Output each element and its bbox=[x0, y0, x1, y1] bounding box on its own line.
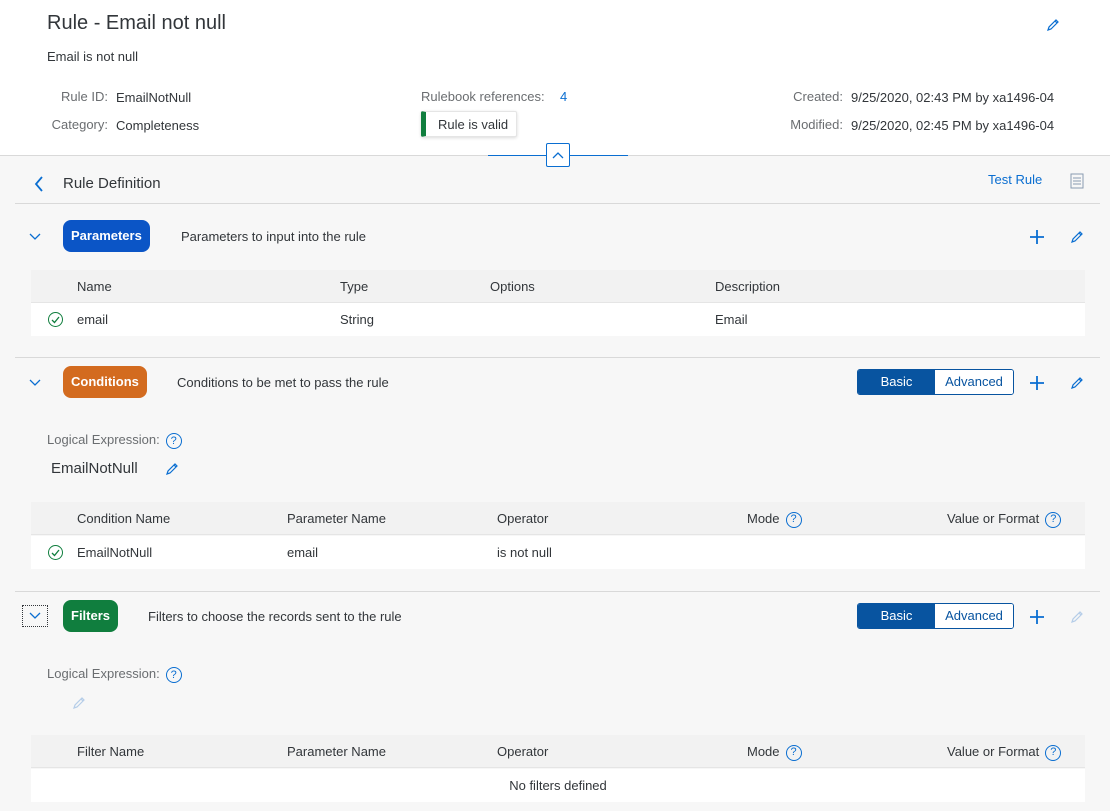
category-label: Category: bbox=[51, 117, 108, 132]
definition-divider bbox=[15, 203, 1100, 204]
column-header: Mode bbox=[747, 511, 780, 526]
filters-badge: Filters bbox=[63, 600, 119, 632]
conditions-table-header: Condition Name Parameter Name Operator M… bbox=[31, 502, 1085, 535]
column-header-mode: Mode? bbox=[747, 502, 802, 535]
modified-value: 9/25/2020, 02:45 PM by xa1496-04 bbox=[851, 118, 1055, 133]
condition-name: EmailNotNull bbox=[77, 545, 153, 560]
parameters-table-header: Name Type Options Description bbox=[31, 270, 1085, 303]
column-header: Filter Name bbox=[77, 744, 145, 759]
valid-check-icon bbox=[48, 545, 63, 560]
valid-status-badge: Rule is valid bbox=[421, 111, 518, 137]
column-header: Value or Format bbox=[947, 744, 1040, 759]
edit-rule-icon[interactable] bbox=[1042, 14, 1064, 36]
column-header: Parameter Name bbox=[287, 511, 386, 526]
created-value: 9/25/2020, 02:43 PM by xa1496-04 bbox=[851, 90, 1055, 105]
help-icon[interactable]: ? bbox=[165, 666, 182, 683]
help-icon[interactable]: ? bbox=[1045, 744, 1062, 761]
condition-parameter: email bbox=[287, 545, 319, 560]
rule-definition-title: Rule Definition bbox=[63, 175, 161, 192]
logical-expression-label-text: Logical Expression: bbox=[47, 432, 160, 447]
edit-conditions-icon[interactable] bbox=[1067, 373, 1087, 393]
edit-filter-expression-icon[interactable] bbox=[69, 693, 89, 713]
chevron-up-icon bbox=[552, 152, 564, 159]
section-divider bbox=[15, 357, 1100, 358]
advanced-button[interactable]: Advanced bbox=[935, 604, 1013, 628]
column-header: Parameter Name bbox=[287, 744, 386, 759]
add-parameter-icon[interactable] bbox=[1027, 227, 1047, 247]
basic-button[interactable]: Basic bbox=[858, 604, 935, 628]
filters-logical-expression-label: Logical Expression:? bbox=[47, 666, 182, 683]
edit-filters-icon[interactable] bbox=[1067, 607, 1087, 627]
logical-expression-value: EmailNotNull bbox=[51, 460, 138, 477]
basic-button[interactable]: Basic bbox=[858, 370, 935, 394]
help-icon[interactable]: ? bbox=[785, 511, 802, 528]
conditions-description: Conditions to be met to pass the rule bbox=[177, 375, 389, 390]
column-header-value: Value or Format? bbox=[947, 735, 1062, 768]
filters-description: Filters to choose the records sent to th… bbox=[148, 609, 402, 624]
table-row[interactable]: email String Email bbox=[31, 303, 1085, 336]
test-rule-button[interactable]: Test Rule bbox=[988, 172, 1042, 187]
condition-operator: is not null bbox=[497, 545, 552, 560]
filters-mode-toggle: Basic Advanced bbox=[857, 603, 1014, 629]
column-header: Name bbox=[77, 279, 112, 294]
column-header-value: Value or Format? bbox=[947, 502, 1062, 535]
parameters-description: Parameters to input into the rule bbox=[181, 229, 366, 244]
logical-expression-label: Logical Expression:? bbox=[47, 432, 182, 449]
add-condition-icon[interactable] bbox=[1027, 373, 1047, 393]
empty-table-row: No filters defined bbox=[31, 769, 1085, 802]
modified-label: Modified: bbox=[790, 117, 843, 132]
param-type: String bbox=[340, 312, 374, 327]
column-header: Operator bbox=[497, 744, 549, 759]
conditions-collapse-icon[interactable] bbox=[25, 374, 45, 392]
column-header: Operator bbox=[497, 511, 549, 526]
filters-collapse-icon[interactable] bbox=[22, 605, 48, 627]
column-header: Condition Name bbox=[77, 511, 171, 526]
param-description: Email bbox=[715, 312, 748, 327]
filters-table-header: Filter Name Parameter Name Operator Mode… bbox=[31, 735, 1085, 768]
no-filters-text: No filters defined bbox=[509, 778, 607, 793]
logical-expression-label-text: Logical Expression: bbox=[47, 666, 160, 681]
category-value: Completeness bbox=[116, 118, 200, 133]
page-title: Rule - Email not null bbox=[47, 12, 226, 34]
table-row[interactable]: EmailNotNull email is not null bbox=[31, 536, 1085, 569]
collapse-header-button[interactable] bbox=[546, 143, 570, 167]
advanced-button[interactable]: Advanced bbox=[935, 370, 1013, 394]
column-header: Options bbox=[490, 279, 535, 294]
column-header: Value or Format bbox=[947, 511, 1040, 526]
conditions-badge: Conditions bbox=[63, 366, 147, 398]
help-icon[interactable]: ? bbox=[165, 432, 182, 449]
rulebook-refs-label: Rulebook references: bbox=[421, 89, 545, 104]
section-divider bbox=[15, 591, 1100, 592]
column-header: Mode bbox=[747, 744, 780, 759]
param-name: email bbox=[77, 312, 109, 327]
edit-expression-icon[interactable] bbox=[162, 459, 182, 479]
document-icon[interactable] bbox=[1068, 172, 1086, 190]
column-header: Description bbox=[715, 279, 781, 294]
help-icon[interactable]: ? bbox=[1045, 511, 1062, 528]
created-label: Created: bbox=[793, 89, 843, 104]
edit-parameters-icon[interactable] bbox=[1067, 227, 1087, 247]
rulebook-refs-link[interactable]: 4 bbox=[560, 89, 567, 104]
help-icon[interactable]: ? bbox=[785, 744, 802, 761]
column-header-mode: Mode? bbox=[747, 735, 802, 768]
rule-id-value: EmailNotNull bbox=[116, 90, 192, 105]
back-icon[interactable] bbox=[30, 174, 48, 194]
parameters-badge: Parameters bbox=[63, 220, 150, 252]
valid-check-icon bbox=[48, 312, 63, 327]
parameters-collapse-icon[interactable] bbox=[25, 228, 45, 246]
object-header: Rule - Email not null Email is not null … bbox=[0, 0, 1110, 156]
conditions-mode-toggle: Basic Advanced bbox=[857, 369, 1014, 395]
column-header: Type bbox=[340, 279, 369, 294]
rule-description: Email is not null bbox=[47, 49, 139, 64]
add-filter-icon[interactable] bbox=[1027, 607, 1047, 627]
rule-id-label: Rule ID: bbox=[61, 89, 108, 104]
